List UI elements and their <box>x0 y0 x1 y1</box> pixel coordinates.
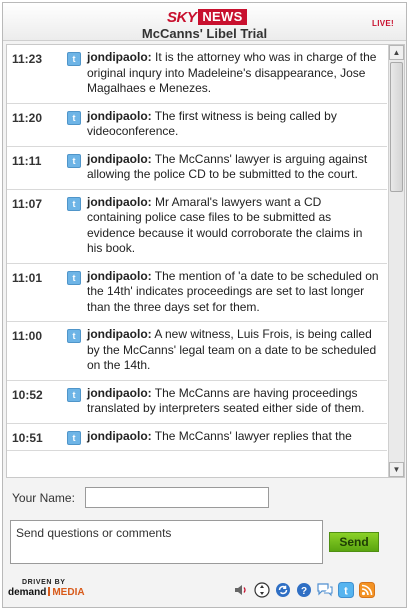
message-time: 10:51 <box>12 430 43 445</box>
twitter-icon: t <box>67 196 81 211</box>
message-author: jondipaolo: <box>87 50 152 64</box>
footer-toolbar: ? t <box>233 582 375 598</box>
message-time: 11:20 <box>12 110 43 125</box>
message-body: The McCanns' lawyer replies that the <box>151 428 352 443</box>
message-author: jondipaolo: <box>87 428 152 443</box>
name-input[interactable] <box>85 487 269 508</box>
logo-news-text: NEWS <box>198 9 247 25</box>
brand-name: demand MEDIA <box>8 587 85 598</box>
twitter-icon: t <box>67 329 81 343</box>
brand-media: MEDIA <box>52 587 85 598</box>
twitter-icon: t <box>67 387 81 402</box>
message-time: 10:52 <box>12 387 43 402</box>
rss-icon[interactable] <box>359 582 375 598</box>
twitter-icon: t <box>67 110 81 125</box>
navigate-icon[interactable] <box>254 582 270 598</box>
message-text: jondipaolo: The mention of 'a date to be… <box>87 264 387 322</box>
message-time: 11:11 <box>12 153 42 168</box>
message-row: 10:52 t jondipaolo: The McCanns are havi… <box>7 380 387 424</box>
message-time: 11:07 <box>12 196 43 211</box>
message-text: jondipaolo: The McCanns are having proce… <box>87 381 387 423</box>
twitter-icon: t <box>67 52 81 66</box>
message-row: 11:23 t jondipaolo: It is the attorney w… <box>7 45 387 104</box>
twitter-icon: t <box>67 270 81 285</box>
speaker-icon[interactable] <box>233 582 249 598</box>
demand-media-logo[interactable]: DRIVEN BY demand MEDIA <box>8 579 85 598</box>
svg-text:t: t <box>344 586 348 598</box>
twitter-icon[interactable]: t <box>338 582 354 598</box>
scroll-up-icon[interactable]: ▲ <box>389 45 404 60</box>
message-row: 11:11 t jondipaolo: The McCanns' lawyer … <box>7 146 387 190</box>
widget-header: SKY NEWS McCanns' Libel Trial LIVE! <box>3 3 406 41</box>
message-row: 11:01 t jondipaolo: The mention of 'a da… <box>7 263 387 322</box>
message-text: jondipaolo: It is the attorney who was i… <box>87 45 387 103</box>
message-author: jondipaolo: <box>87 108 152 123</box>
help-icon[interactable]: ? <box>296 582 312 598</box>
message-list: 11:23 t jondipaolo: It is the attorney w… <box>7 45 387 451</box>
widget-title: McCanns' Libel Trial <box>141 26 268 41</box>
live-widget: SKY NEWS McCanns' Libel Trial LIVE! 11:2… <box>2 2 407 608</box>
svg-text:?: ? <box>301 586 307 597</box>
message-text: jondipaolo: The McCanns' lawyer replies … <box>87 424 387 451</box>
widget-footer: DRIVEN BY demand MEDIA ? t <box>3 573 406 607</box>
live-badge: LIVE! <box>372 19 394 28</box>
message-author: jondipaolo: <box>87 151 152 166</box>
sky-news-logo: SKY NEWS <box>167 8 247 26</box>
message-time: 11:00 <box>12 329 43 343</box>
message-feed[interactable]: 11:23 t jondipaolo: It is the attorney w… <box>6 44 405 478</box>
message-row: 11:07 t jondipaolo: Mr Amaral's lawyers … <box>7 189 387 264</box>
message-author: jondipaolo: <box>87 385 152 400</box>
message-time: 11:23 <box>12 52 43 66</box>
message-author: jondipaolo: <box>87 194 152 209</box>
driven-by-text: DRIVEN BY <box>22 579 66 586</box>
scroll-thumb[interactable] <box>390 62 403 192</box>
name-label: Your Name: <box>12 491 75 505</box>
refresh-icon[interactable] <box>275 582 291 598</box>
brand-demand: demand <box>8 587 47 598</box>
message-time: 11:01 <box>12 270 43 285</box>
message-row: 10:51 t jondipaolo: The McCanns' lawyer … <box>7 423 387 451</box>
comment-input[interactable] <box>10 520 323 564</box>
message-author: jondipaolo: <box>87 327 152 341</box>
message-author: jondipaolo: <box>87 268 152 283</box>
feed-scrollbar[interactable]: ▲ ▼ <box>388 45 404 477</box>
logo-sky-text: SKY <box>167 8 197 26</box>
message-text: jondipaolo: Mr Amaral's lawyers want a C… <box>87 190 387 263</box>
message-text: jondipaolo: The McCanns' lawyer is argui… <box>87 147 387 189</box>
chat-icon[interactable] <box>317 582 333 598</box>
message-text: jondipaolo: The first witness is being c… <box>87 104 387 146</box>
message-row: 11:20 t jondipaolo: The first witness is… <box>7 103 387 147</box>
message-row: 11:00 t jondipaolo: A new witness, Luis … <box>7 322 387 381</box>
message-text: jondipaolo: A new witness, Luis Frois, i… <box>87 322 387 380</box>
twitter-icon: t <box>67 153 81 168</box>
scroll-down-icon[interactable]: ▼ <box>389 462 404 477</box>
send-button[interactable]: Send <box>329 532 379 552</box>
twitter-icon: t <box>67 430 81 445</box>
